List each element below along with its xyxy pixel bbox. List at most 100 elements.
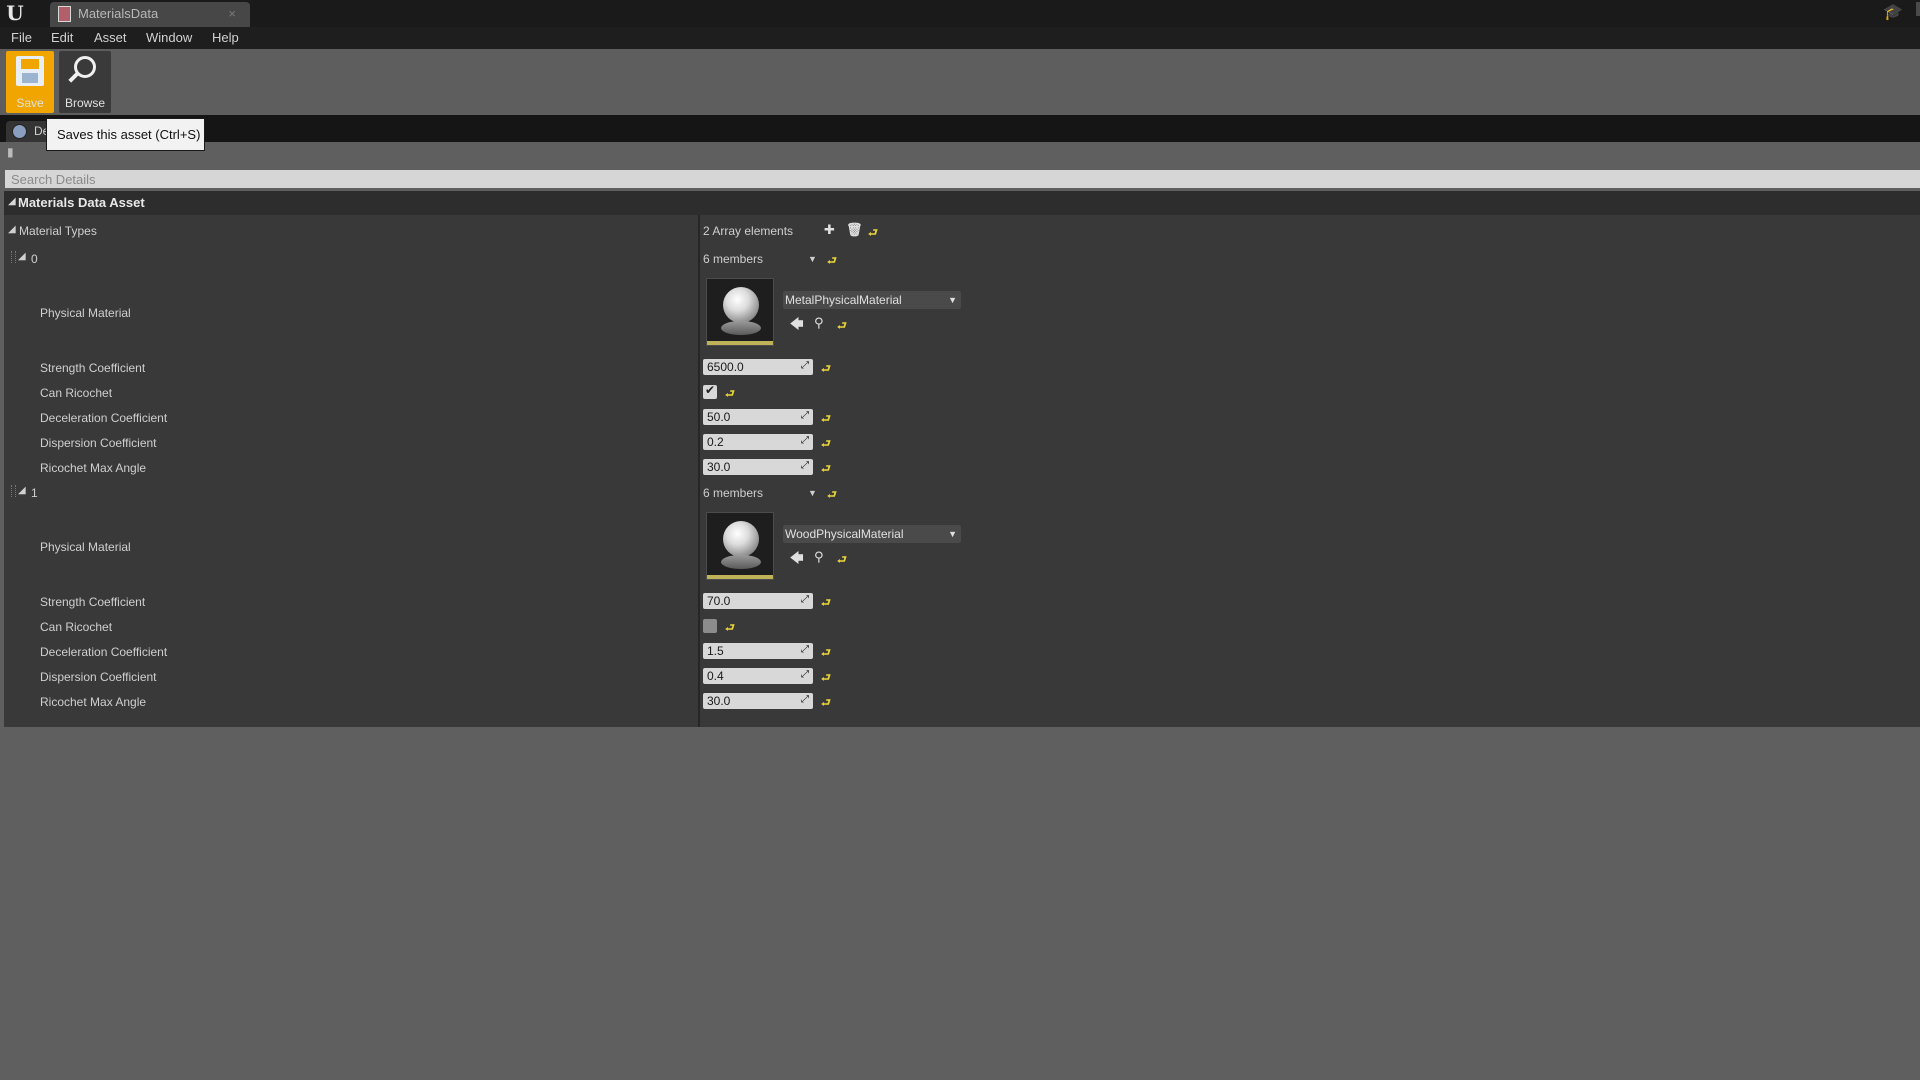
- physical-material-value: WoodPhysicalMaterial: [785, 527, 904, 541]
- expand-arrow-icon[interactable]: ◢: [8, 224, 16, 235]
- expand-arrow-icon[interactable]: ◢: [18, 485, 26, 496]
- strength-coefficient-input[interactable]: 6500.0 ⤢: [703, 359, 813, 375]
- category-header[interactable]: ◢ Materials Data Asset: [4, 191, 1920, 215]
- material-types-label: Material Types: [19, 224, 97, 238]
- reset-to-default-icon[interactable]: ⮐: [821, 594, 831, 613]
- material-base-icon: [721, 321, 761, 335]
- slider-drag-icon: ⤢: [801, 410, 809, 421]
- deceleration-coefficient-value: 1.5: [707, 644, 724, 658]
- browse-label: Browse: [64, 96, 105, 110]
- dispersion-coefficient-input[interactable]: 0.4 ⤢: [703, 668, 813, 684]
- details-icon: [12, 124, 27, 139]
- slider-drag-icon: ⤢: [801, 594, 809, 605]
- reset-to-default-icon[interactable]: ⮐: [827, 252, 837, 271]
- members-text: 6 members: [703, 252, 764, 266]
- reset-to-default-icon[interactable]: ⮐: [821, 460, 831, 479]
- document-tab[interactable]: MaterialsData ×: [50, 2, 250, 27]
- chevron-down-icon[interactable]: ▼: [808, 488, 817, 498]
- physical-material-value: MetalPhysicalMaterial: [785, 293, 902, 307]
- use-selected-asset-icon[interactable]: 🡄: [790, 315, 803, 337]
- save-icon: [16, 56, 44, 86]
- reset-to-default-icon[interactable]: ⮐: [725, 385, 735, 404]
- collapse-arrow-icon: ◢: [8, 196, 16, 207]
- window-edge: [1916, 2, 1920, 16]
- drag-handle[interactable]: [11, 485, 16, 497]
- asset-type-stripe: [707, 575, 773, 579]
- search-details-input[interactable]: [5, 170, 1920, 188]
- reset-to-default-icon[interactable]: ⮐: [868, 224, 878, 243]
- ricochet-max-angle-input[interactable]: 30.0 ⤢: [703, 693, 813, 709]
- menu-edit[interactable]: Edit: [51, 30, 73, 45]
- reset-to-default-icon[interactable]: ⮐: [821, 694, 831, 713]
- physical-material-combo[interactable]: WoodPhysicalMaterial ▼: [783, 525, 961, 543]
- dispersion-coefficient-input[interactable]: 0.2 ⤢: [703, 434, 813, 450]
- strength-coefficient-value: 70.0: [707, 594, 731, 608]
- tutorial-icon[interactable]: 🎓: [1882, 2, 1904, 22]
- column-splitter[interactable]: [698, 215, 700, 727]
- menu-asset[interactable]: Asset: [94, 30, 127, 45]
- reset-to-default-icon[interactable]: ⮐: [821, 410, 831, 429]
- strength-coefficient-label: Strength Coefficient: [40, 595, 146, 609]
- menu-file[interactable]: File: [11, 30, 32, 45]
- browse-to-asset-icon[interactable]: ⚲: [814, 549, 824, 565]
- chevron-down-icon: ▼: [948, 529, 957, 539]
- strength-coefficient-input[interactable]: 70.0 ⤢: [703, 593, 813, 609]
- unreal-logo-icon: U: [6, 1, 24, 25]
- menu-help[interactable]: Help: [212, 30, 239, 45]
- drag-handle[interactable]: [11, 251, 16, 263]
- use-selected-asset-icon[interactable]: 🡄: [790, 549, 803, 571]
- material-sphere-icon: [723, 287, 759, 323]
- browse-button[interactable]: Browse: [59, 51, 111, 113]
- strength-coefficient-label: Strength Coefficient: [40, 361, 146, 375]
- reset-to-default-icon[interactable]: ⮐: [821, 644, 831, 663]
- save-tooltip: Saves this asset (Ctrl+S): [46, 118, 205, 151]
- deceleration-coefficient-input[interactable]: 1.5 ⤢: [703, 643, 813, 659]
- slider-drag-icon: ⤢: [801, 694, 809, 705]
- slider-drag-icon: ⤢: [801, 435, 809, 446]
- expand-arrow-icon[interactable]: ◢: [18, 251, 26, 262]
- document-tab-label: MaterialsData: [78, 6, 159, 21]
- save-label: Save: [16, 96, 44, 110]
- menu-window[interactable]: Window: [146, 30, 192, 45]
- slider-drag-icon: ⤢: [801, 669, 809, 680]
- slider-drag-icon: ⤢: [801, 460, 809, 471]
- physical-material-thumbnail[interactable]: [706, 512, 774, 580]
- reset-to-default-icon[interactable]: ⮐: [821, 669, 831, 688]
- lock-icon[interactable]: ▮: [7, 145, 17, 159]
- material-base-icon: [721, 555, 761, 569]
- physical-material-combo[interactable]: MetalPhysicalMaterial ▼: [783, 291, 961, 309]
- reset-to-default-icon[interactable]: ⮐: [837, 317, 847, 336]
- physical-material-thumbnail[interactable]: [706, 278, 774, 346]
- browse-to-asset-icon[interactable]: ⚲: [814, 315, 824, 331]
- physical-material-label: Physical Material: [40, 540, 131, 554]
- can-ricochet-checkbox[interactable]: [703, 619, 717, 633]
- slider-drag-icon: ⤢: [801, 644, 809, 655]
- members-text: 6 members: [703, 486, 764, 500]
- reset-to-default-icon[interactable]: ⮐: [821, 435, 831, 454]
- can-ricochet-label: Can Ricochet: [40, 386, 113, 400]
- save-button[interactable]: Save: [6, 51, 54, 113]
- reset-to-default-icon[interactable]: ⮐: [725, 619, 735, 638]
- ricochet-max-angle-value: 30.0: [707, 694, 731, 708]
- ricochet-max-angle-value: 30.0: [707, 460, 731, 474]
- dispersion-coefficient-label: Dispersion Coefficient: [40, 436, 157, 450]
- title-bar: U MaterialsData × 🎓: [0, 0, 1920, 27]
- physical-material-label: Physical Material: [40, 306, 131, 320]
- element-index: 1: [31, 486, 38, 500]
- chevron-down-icon: ▼: [948, 295, 957, 305]
- ricochet-max-angle-label: Ricochet Max Angle: [40, 461, 147, 475]
- details-panel: ◢ Materials Data Asset ◢ Material Types …: [4, 191, 1920, 727]
- chevron-down-icon[interactable]: ▼: [808, 254, 817, 264]
- delete-all-icon[interactable]: 🗑: [846, 222, 863, 238]
- category-title: Materials Data Asset: [18, 195, 145, 210]
- asset-type-stripe: [707, 341, 773, 345]
- reset-to-default-icon[interactable]: ⮐: [821, 360, 831, 379]
- add-element-icon[interactable]: ✚: [824, 222, 835, 238]
- deceleration-coefficient-input[interactable]: 50.0 ⤢: [703, 409, 813, 425]
- close-tab-icon[interactable]: ×: [228, 6, 236, 21]
- slider-drag-icon: ⤢: [801, 360, 809, 371]
- can-ricochet-checkbox[interactable]: [703, 383, 717, 399]
- reset-to-default-icon[interactable]: ⮐: [827, 486, 837, 505]
- ricochet-max-angle-input[interactable]: 30.0 ⤢: [703, 459, 813, 475]
- reset-to-default-icon[interactable]: ⮐: [837, 551, 847, 570]
